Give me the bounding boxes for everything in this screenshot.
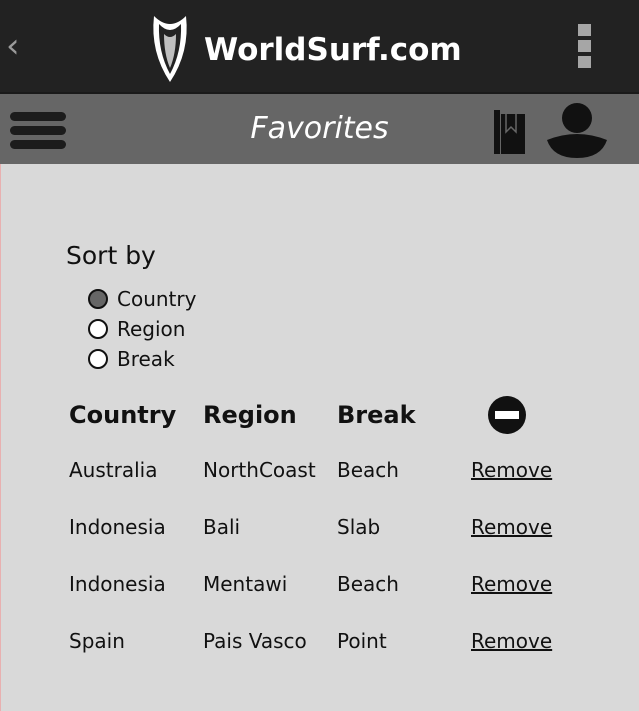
sort-option-country[interactable]: Country xyxy=(88,285,196,313)
column-header-region: Region xyxy=(203,401,297,429)
column-header-break: Break xyxy=(337,401,416,429)
radio-region[interactable] xyxy=(88,319,108,339)
cell-break: Point xyxy=(337,629,387,653)
user-icon[interactable] xyxy=(545,102,609,162)
cell-country: Spain xyxy=(69,629,125,653)
sort-option-break[interactable]: Break xyxy=(88,345,175,373)
cell-break: Slab xyxy=(337,515,381,539)
page-title: Favorites xyxy=(250,111,389,146)
cell-country: Australia xyxy=(69,458,158,482)
sort-option-label: Break xyxy=(117,347,175,371)
page-header: Favorites xyxy=(0,92,639,164)
kebab-menu-icon[interactable] xyxy=(578,24,594,72)
sort-option-region[interactable]: Region xyxy=(88,315,185,343)
cell-break: Beach xyxy=(337,458,399,482)
cell-region: Pais Vasco xyxy=(203,629,307,653)
remove-link[interactable]: Remove xyxy=(471,456,552,484)
radio-country-selected[interactable] xyxy=(88,289,108,309)
cell-region: Mentawi xyxy=(203,572,288,596)
cell-region: Bali xyxy=(203,515,241,539)
chevron-left-icon[interactable]: ‹ xyxy=(6,26,26,66)
app-title: WorldSurf.com xyxy=(204,32,462,68)
bookmark-icon[interactable] xyxy=(492,108,528,156)
remove-link[interactable]: Remove xyxy=(471,570,552,598)
cell-country: Indonesia xyxy=(69,572,166,596)
sort-by-label: Sort by xyxy=(66,241,156,270)
remove-link[interactable]: Remove xyxy=(471,513,552,541)
cell-break: Beach xyxy=(337,572,399,596)
cell-country: Indonesia xyxy=(69,515,166,539)
column-header-country: Country xyxy=(69,401,177,429)
sort-option-label: Country xyxy=(117,287,197,311)
content-edge xyxy=(0,164,1,711)
worldsurf-logo xyxy=(153,16,187,82)
app-header: ‹ WorldSurf.com xyxy=(0,0,639,92)
cell-region: NorthCoast xyxy=(203,458,316,482)
radio-break[interactable] xyxy=(88,349,108,369)
remove-link[interactable]: Remove xyxy=(471,627,552,655)
minus-circle-icon xyxy=(488,396,526,434)
sort-option-label: Region xyxy=(117,317,186,341)
